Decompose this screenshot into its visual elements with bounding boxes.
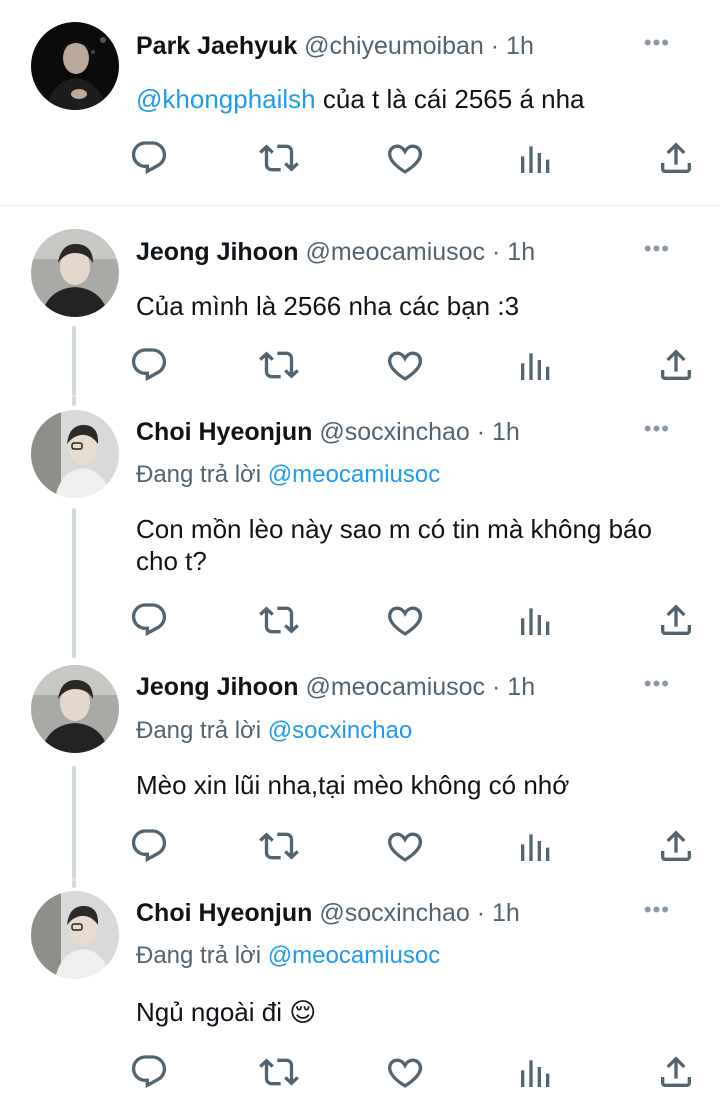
reply-to: Đang trả lời @meocamiusoc — [136, 459, 440, 491]
avatar[interactable] — [31, 229, 119, 317]
reply-to-label: Đang trả lời — [136, 461, 262, 488]
share-icon[interactable] — [656, 600, 696, 640]
thread-line — [72, 396, 76, 406]
reply-to-handle[interactable]: @socxinchao — [268, 717, 412, 744]
avatar[interactable] — [31, 410, 119, 498]
like-icon[interactable] — [385, 826, 425, 866]
analytics-icon[interactable] — [516, 138, 556, 178]
more-icon[interactable]: ••• — [644, 670, 670, 698]
mention-link[interactable]: @khongphailsh — [136, 84, 316, 114]
display-name[interactable]: Park Jaehyuk — [136, 32, 297, 60]
handle[interactable]: @meocamiusoc — [305, 238, 485, 266]
handle[interactable]: @chiyeumoiban — [304, 32, 484, 60]
handle[interactable]: @socxinchao — [319, 418, 469, 446]
more-icon[interactable]: ••• — [644, 896, 670, 924]
share-icon[interactable] — [656, 138, 696, 178]
analytics-icon[interactable] — [516, 345, 556, 385]
tweet-actions — [0, 345, 720, 385]
reply-to-handle[interactable]: @meocamiusoc — [268, 461, 440, 488]
handle[interactable]: @socxinchao — [319, 899, 469, 927]
like-icon[interactable] — [385, 1052, 425, 1092]
timestamp[interactable]: · 1h — [477, 899, 520, 927]
tweet-actions — [0, 600, 720, 640]
tweet-header: Choi Hyeonjun @socxinchao · 1h ••• — [136, 896, 700, 930]
display-name[interactable]: Jeong Jihoon — [136, 238, 299, 266]
avatar[interactable] — [31, 891, 119, 979]
display-name[interactable]: Choi Hyeonjun — [136, 899, 312, 927]
reply-to-handle[interactable]: @meocamiusoc — [268, 942, 440, 969]
like-icon[interactable] — [385, 600, 425, 640]
more-icon[interactable]: ••• — [644, 29, 670, 57]
timestamp[interactable]: · 1h — [492, 238, 535, 266]
tweet-text: Ngủ ngoài đi 😌 — [136, 997, 317, 1027]
retweet-icon[interactable] — [259, 345, 299, 385]
tweet[interactable]: Choi Hyeonjun @socxinchao · 1h ••• Đang … — [0, 396, 720, 658]
like-icon[interactable] — [385, 345, 425, 385]
reply-to-label: Đang trả lời — [136, 717, 262, 744]
reply-icon[interactable] — [129, 600, 169, 640]
tweet-actions — [0, 138, 720, 178]
analytics-icon[interactable] — [516, 826, 556, 866]
analytics-icon[interactable] — [516, 1052, 556, 1092]
reply-to: Đang trả lời @socxinchao — [136, 715, 412, 747]
timestamp[interactable]: · 1h — [492, 673, 535, 701]
tweet[interactable]: Park Jaehyuk @chiyeumoiban · 1h ••• @kho… — [0, 0, 720, 205]
tweet-actions — [0, 826, 720, 866]
handle[interactable]: @meocamiusoc — [305, 673, 485, 701]
reply-icon[interactable] — [129, 138, 169, 178]
more-icon[interactable]: ••• — [644, 235, 670, 263]
tweet-header: Choi Hyeonjun @socxinchao · 1h ••• — [136, 415, 700, 449]
tweet[interactable]: Jeong Jihoon @meocamiusoc · 1h ••• Của m… — [0, 206, 720, 396]
tweet-text-body: của t là cái 2565 á nha — [322, 84, 585, 114]
analytics-icon[interactable] — [516, 600, 556, 640]
reply-icon[interactable] — [129, 1052, 169, 1092]
avatar[interactable] — [31, 665, 119, 753]
tweet-header: Jeong Jihoon @meocamiusoc · 1h ••• — [136, 670, 700, 704]
like-icon[interactable] — [385, 138, 425, 178]
timestamp[interactable]: · 1h — [491, 32, 534, 60]
retweet-icon[interactable] — [259, 138, 299, 178]
reply-icon[interactable] — [129, 345, 169, 385]
reply-to-label: Đang trả lời — [136, 942, 262, 969]
retweet-icon[interactable] — [259, 1052, 299, 1092]
retweet-icon[interactable] — [259, 600, 299, 640]
tweet-text: Mèo xin lũi nha,tại mèo không có nhớ — [136, 770, 570, 800]
tweet-text: Con mồn lèo này sao m có tin mà không bá… — [136, 514, 652, 576]
tweet-header: Park Jaehyuk @chiyeumoiban · 1h ••• — [136, 29, 700, 63]
retweet-icon[interactable] — [259, 826, 299, 866]
tweet-text: @khongphailsh của t là cái 2565 á nha — [136, 83, 660, 115]
reply-icon[interactable] — [129, 826, 169, 866]
tweet[interactable]: Choi Hyeonjun @socxinchao · 1h ••• Đang … — [0, 880, 720, 1108]
reply-to: Đang trả lời @meocamiusoc — [136, 940, 440, 972]
share-icon[interactable] — [656, 1052, 696, 1092]
display-name[interactable]: Choi Hyeonjun — [136, 418, 312, 446]
tweet[interactable]: Jeong Jihoon @meocamiusoc · 1h ••• Đang … — [0, 658, 720, 880]
tweet-header: Jeong Jihoon @meocamiusoc · 1h ••• — [136, 235, 700, 269]
display-name[interactable]: Jeong Jihoon — [136, 673, 299, 701]
thread-line — [72, 880, 76, 888]
more-icon[interactable]: ••• — [644, 415, 670, 443]
avatar[interactable] — [31, 22, 119, 110]
share-icon[interactable] — [656, 345, 696, 385]
share-icon[interactable] — [656, 826, 696, 866]
tweet-actions — [0, 1052, 720, 1092]
timestamp[interactable]: · 1h — [477, 418, 520, 446]
tweet-text: Của mình là 2566 nha các bạn :3 — [136, 291, 520, 321]
